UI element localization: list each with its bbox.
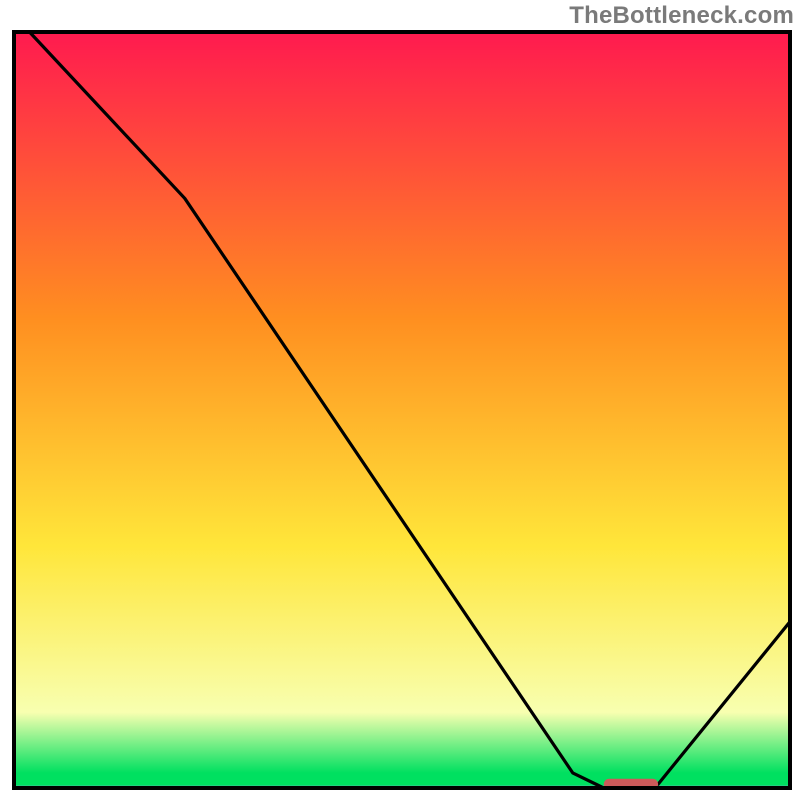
plot-area: [12, 30, 792, 790]
chart-stage: TheBottleneck.com: [0, 0, 800, 800]
chart-svg: [12, 30, 792, 790]
gradient-background: [14, 32, 790, 788]
watermark-text: TheBottleneck.com: [569, 2, 794, 30]
